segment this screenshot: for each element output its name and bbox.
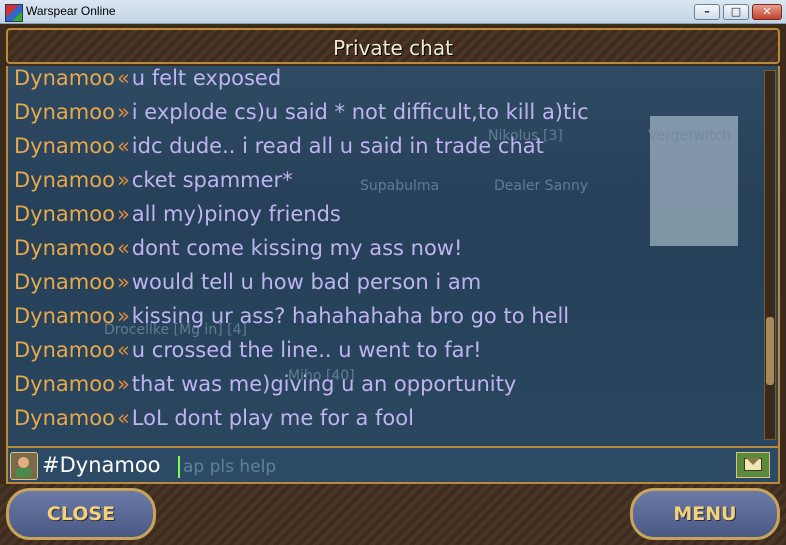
message-sender[interactable]: Dynamoo	[14, 236, 115, 260]
chat-message: Dynamoo»i explode cs)u said * not diffic…	[14, 100, 589, 134]
window-close-button[interactable]: ✕	[752, 4, 782, 20]
message-sender[interactable]: Dynamoo	[14, 202, 115, 226]
message-text: kissing ur ass? hahahahaha bro go to hel…	[131, 304, 570, 328]
chat-title: Private chat	[333, 36, 453, 60]
chat-message: Dynamoo»would tell u how bad person i am	[14, 270, 481, 304]
maximize-button[interactable]: □	[723, 4, 749, 20]
direction-icon: «	[116, 66, 130, 90]
close-button[interactable]: CLOSE	[6, 488, 156, 540]
message-sender[interactable]: Dynamoo	[14, 66, 115, 90]
chat-message: Dynamoo»kissing ur ass? hahahahaha bro g…	[14, 304, 569, 338]
message-text: that was me)giving u an opportunity	[131, 372, 517, 396]
chat-message: Dynamoo«LoL dont play me for a fool	[14, 406, 414, 440]
message-sender[interactable]: Dynamoo	[14, 372, 115, 396]
message-sender[interactable]: Dynamoo	[14, 134, 115, 158]
chat-message: Dynamoo»that was me)giving u an opportun…	[14, 372, 516, 406]
chat-input-field[interactable]: #Dynamoo	[42, 453, 161, 477]
text-caret	[178, 456, 180, 478]
message-text: cket spammer*	[131, 168, 293, 192]
window-title: Warspear Online	[26, 4, 116, 18]
minimize-button[interactable]: –	[694, 4, 720, 20]
direction-icon: «	[116, 406, 130, 430]
chat-message: Dynamoo»cket spammer*	[14, 168, 293, 202]
message-text: LoL dont play me for a fool	[131, 406, 414, 430]
message-text: would tell u how bad person i am	[131, 270, 482, 294]
message-text: dont come kissing my ass now!	[131, 236, 463, 260]
direction-icon: »	[116, 100, 130, 124]
window-titlebar: Warspear Online – □ ✕	[0, 0, 786, 24]
menu-button[interactable]: MENU	[630, 488, 780, 540]
direction-icon: »	[116, 372, 130, 396]
direction-icon: »	[116, 304, 130, 328]
bottom-action-bar: CLOSE MENU	[0, 484, 786, 545]
send-button[interactable]	[736, 452, 770, 478]
message-text: u felt exposed	[131, 66, 282, 90]
background-player-name: Dealer Sanny	[494, 178, 589, 194]
chat-message: Dynamoo«idc dude.. i read all u said in …	[14, 134, 544, 168]
message-sender[interactable]: Dynamoo	[14, 338, 115, 362]
direction-icon: «	[116, 134, 130, 158]
chat-message: Dynamoo»all my)pinoy friends	[14, 202, 341, 236]
message-text: i explode cs)u said * not difficult,to k…	[131, 100, 589, 124]
message-text: idc dude.. i read all u said in trade ch…	[131, 134, 544, 158]
envelope-icon	[744, 458, 762, 471]
direction-icon: »	[116, 168, 130, 192]
game-viewport: Private chat Nikolus [3] Vergetwitch Sup…	[0, 24, 786, 545]
direction-icon: »	[116, 270, 130, 294]
chat-header: Private chat	[6, 28, 780, 64]
background-player-name: Supabulma	[360, 178, 440, 194]
chat-message: Dynamoo«dont come kissing my ass now!	[14, 236, 462, 270]
message-sender[interactable]: Dynamoo	[14, 304, 115, 328]
direction-icon: «	[116, 236, 130, 260]
background-player-name: Vergetwitch	[648, 128, 732, 144]
message-text: u crossed the line.. u went to far!	[131, 338, 482, 362]
direction-icon: »	[116, 202, 130, 226]
player-avatar-icon	[10, 452, 38, 480]
background-chat-text: ap pls help	[183, 457, 277, 477]
chat-message: Dynamoo«u crossed the line.. u went to f…	[14, 338, 482, 372]
message-sender[interactable]: Dynamoo	[14, 168, 115, 192]
message-sender[interactable]: Dynamoo	[14, 100, 115, 124]
message-sender[interactable]: Dynamoo	[14, 406, 115, 430]
message-text: all my)pinoy friends	[131, 202, 341, 226]
chat-input-bar: #Dynamoo ap pls help	[6, 446, 780, 484]
chat-message: Dynamoo«u felt exposed	[14, 66, 281, 100]
chat-message-area: Nikolus [3] Vergetwitch Supabulma Dealer…	[6, 66, 780, 446]
scrollbar-thumb[interactable]	[766, 317, 774, 385]
chat-scrollbar[interactable]	[764, 70, 776, 440]
direction-icon: «	[116, 338, 130, 362]
app-icon	[5, 4, 23, 22]
message-sender[interactable]: Dynamoo	[14, 270, 115, 294]
